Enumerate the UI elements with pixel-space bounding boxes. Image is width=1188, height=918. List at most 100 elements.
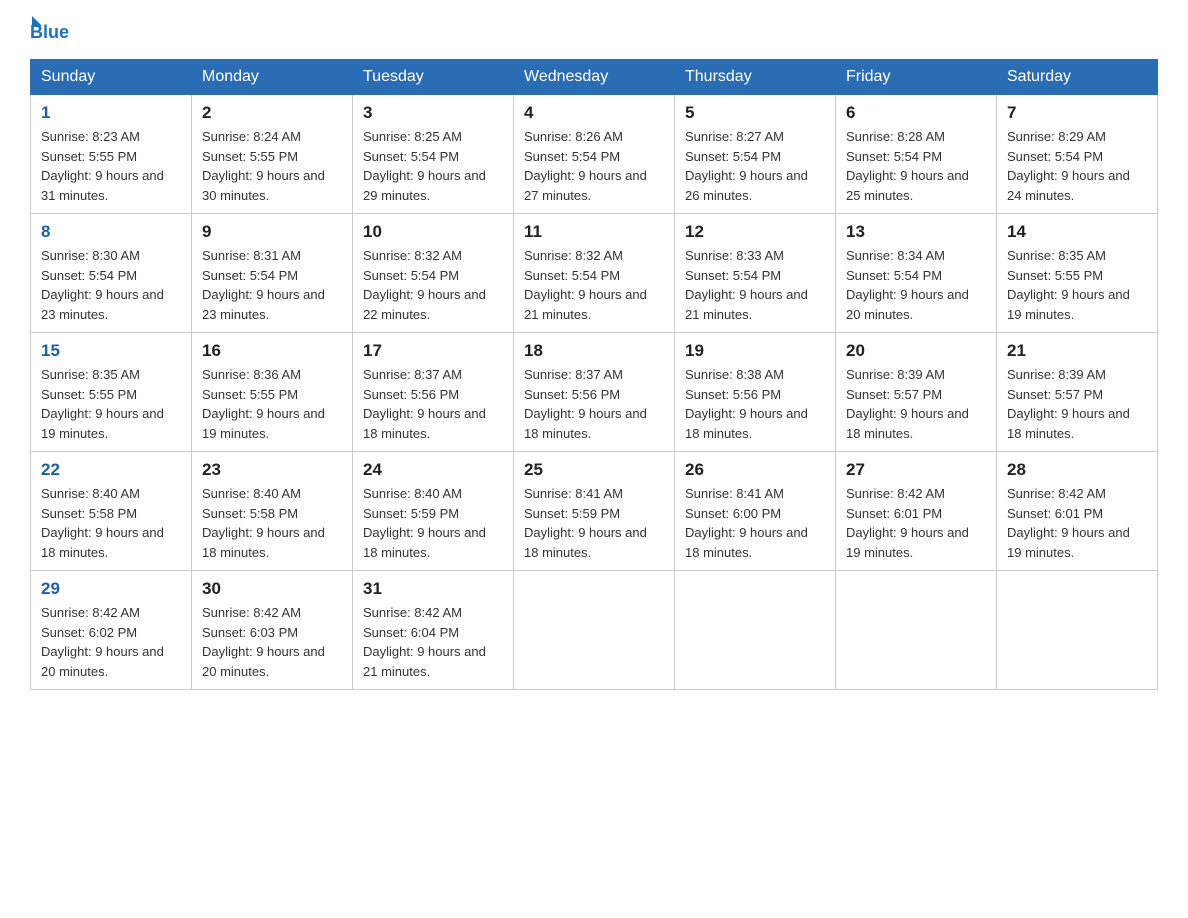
calendar-cell: 24 Sunrise: 8:40 AMSunset: 5:59 PMDaylig… <box>353 452 514 571</box>
weekday-header: Tuesday <box>353 60 514 95</box>
calendar-cell: 28 Sunrise: 8:42 AMSunset: 6:01 PMDaylig… <box>997 452 1158 571</box>
calendar-cell: 16 Sunrise: 8:36 AMSunset: 5:55 PMDaylig… <box>192 333 353 452</box>
calendar-cell: 8 Sunrise: 8:30 AMSunset: 5:54 PMDayligh… <box>31 214 192 333</box>
calendar-cell: 7 Sunrise: 8:29 AMSunset: 5:54 PMDayligh… <box>997 95 1158 214</box>
day-info: Sunrise: 8:32 AMSunset: 5:54 PMDaylight:… <box>524 248 647 322</box>
calendar-cell: 22 Sunrise: 8:40 AMSunset: 5:58 PMDaylig… <box>31 452 192 571</box>
day-info: Sunrise: 8:23 AMSunset: 5:55 PMDaylight:… <box>41 129 164 203</box>
day-info: Sunrise: 8:37 AMSunset: 5:56 PMDaylight:… <box>524 367 647 441</box>
day-number: 25 <box>524 460 664 480</box>
calendar-body: 1 Sunrise: 8:23 AMSunset: 5:55 PMDayligh… <box>31 95 1158 690</box>
day-number: 15 <box>41 341 181 361</box>
day-info: Sunrise: 8:29 AMSunset: 5:54 PMDaylight:… <box>1007 129 1130 203</box>
calendar-cell: 19 Sunrise: 8:38 AMSunset: 5:56 PMDaylig… <box>675 333 836 452</box>
calendar-cell: 12 Sunrise: 8:33 AMSunset: 5:54 PMDaylig… <box>675 214 836 333</box>
calendar-cell: 11 Sunrise: 8:32 AMSunset: 5:54 PMDaylig… <box>514 214 675 333</box>
calendar-week-row: 8 Sunrise: 8:30 AMSunset: 5:54 PMDayligh… <box>31 214 1158 333</box>
weekday-header: Wednesday <box>514 60 675 95</box>
day-number: 11 <box>524 222 664 242</box>
day-number: 2 <box>202 103 342 123</box>
calendar-cell <box>836 571 997 690</box>
day-info: Sunrise: 8:42 AMSunset: 6:02 PMDaylight:… <box>41 605 164 679</box>
day-number: 29 <box>41 579 181 599</box>
day-info: Sunrise: 8:40 AMSunset: 5:58 PMDaylight:… <box>202 486 325 560</box>
calendar-cell: 20 Sunrise: 8:39 AMSunset: 5:57 PMDaylig… <box>836 333 997 452</box>
day-number: 24 <box>363 460 503 480</box>
day-info: Sunrise: 8:34 AMSunset: 5:54 PMDaylight:… <box>846 248 969 322</box>
calendar-table: SundayMondayTuesdayWednesdayThursdayFrid… <box>30 59 1158 690</box>
day-number: 4 <box>524 103 664 123</box>
calendar-cell: 29 Sunrise: 8:42 AMSunset: 6:02 PMDaylig… <box>31 571 192 690</box>
logo: Blue <box>30 20 69 43</box>
calendar-cell: 14 Sunrise: 8:35 AMSunset: 5:55 PMDaylig… <box>997 214 1158 333</box>
calendar-cell: 6 Sunrise: 8:28 AMSunset: 5:54 PMDayligh… <box>836 95 997 214</box>
day-number: 8 <box>41 222 181 242</box>
day-info: Sunrise: 8:33 AMSunset: 5:54 PMDaylight:… <box>685 248 808 322</box>
day-info: Sunrise: 8:41 AMSunset: 6:00 PMDaylight:… <box>685 486 808 560</box>
weekday-row: SundayMondayTuesdayWednesdayThursdayFrid… <box>31 60 1158 95</box>
calendar-cell: 17 Sunrise: 8:37 AMSunset: 5:56 PMDaylig… <box>353 333 514 452</box>
day-number: 12 <box>685 222 825 242</box>
day-info: Sunrise: 8:42 AMSunset: 6:04 PMDaylight:… <box>363 605 486 679</box>
day-number: 30 <box>202 579 342 599</box>
calendar-week-row: 1 Sunrise: 8:23 AMSunset: 5:55 PMDayligh… <box>31 95 1158 214</box>
day-info: Sunrise: 8:40 AMSunset: 5:59 PMDaylight:… <box>363 486 486 560</box>
calendar-cell <box>675 571 836 690</box>
day-info: Sunrise: 8:28 AMSunset: 5:54 PMDaylight:… <box>846 129 969 203</box>
calendar-cell: 21 Sunrise: 8:39 AMSunset: 5:57 PMDaylig… <box>997 333 1158 452</box>
day-info: Sunrise: 8:35 AMSunset: 5:55 PMDaylight:… <box>1007 248 1130 322</box>
calendar-cell: 26 Sunrise: 8:41 AMSunset: 6:00 PMDaylig… <box>675 452 836 571</box>
calendar-cell: 18 Sunrise: 8:37 AMSunset: 5:56 PMDaylig… <box>514 333 675 452</box>
day-info: Sunrise: 8:31 AMSunset: 5:54 PMDaylight:… <box>202 248 325 322</box>
day-number: 3 <box>363 103 503 123</box>
day-number: 19 <box>685 341 825 361</box>
day-number: 16 <box>202 341 342 361</box>
calendar-cell: 31 Sunrise: 8:42 AMSunset: 6:04 PMDaylig… <box>353 571 514 690</box>
day-number: 5 <box>685 103 825 123</box>
day-number: 13 <box>846 222 986 242</box>
day-info: Sunrise: 8:40 AMSunset: 5:58 PMDaylight:… <box>41 486 164 560</box>
calendar-cell: 2 Sunrise: 8:24 AMSunset: 5:55 PMDayligh… <box>192 95 353 214</box>
day-number: 22 <box>41 460 181 480</box>
calendar-cell: 25 Sunrise: 8:41 AMSunset: 5:59 PMDaylig… <box>514 452 675 571</box>
day-number: 17 <box>363 341 503 361</box>
calendar-cell: 23 Sunrise: 8:40 AMSunset: 5:58 PMDaylig… <box>192 452 353 571</box>
day-number: 6 <box>846 103 986 123</box>
day-info: Sunrise: 8:35 AMSunset: 5:55 PMDaylight:… <box>41 367 164 441</box>
calendar-cell: 10 Sunrise: 8:32 AMSunset: 5:54 PMDaylig… <box>353 214 514 333</box>
day-info: Sunrise: 8:41 AMSunset: 5:59 PMDaylight:… <box>524 486 647 560</box>
day-number: 7 <box>1007 103 1147 123</box>
day-info: Sunrise: 8:37 AMSunset: 5:56 PMDaylight:… <box>363 367 486 441</box>
day-info: Sunrise: 8:26 AMSunset: 5:54 PMDaylight:… <box>524 129 647 203</box>
day-info: Sunrise: 8:42 AMSunset: 6:01 PMDaylight:… <box>846 486 969 560</box>
day-number: 23 <box>202 460 342 480</box>
day-number: 21 <box>1007 341 1147 361</box>
calendar-cell: 3 Sunrise: 8:25 AMSunset: 5:54 PMDayligh… <box>353 95 514 214</box>
calendar-cell: 4 Sunrise: 8:26 AMSunset: 5:54 PMDayligh… <box>514 95 675 214</box>
day-number: 26 <box>685 460 825 480</box>
calendar-cell <box>997 571 1158 690</box>
logo-tagline: Blue <box>30 22 69 43</box>
day-number: 20 <box>846 341 986 361</box>
calendar-cell: 27 Sunrise: 8:42 AMSunset: 6:01 PMDaylig… <box>836 452 997 571</box>
day-number: 9 <box>202 222 342 242</box>
calendar-cell: 5 Sunrise: 8:27 AMSunset: 5:54 PMDayligh… <box>675 95 836 214</box>
day-number: 28 <box>1007 460 1147 480</box>
calendar-week-row: 22 Sunrise: 8:40 AMSunset: 5:58 PMDaylig… <box>31 452 1158 571</box>
day-number: 10 <box>363 222 503 242</box>
day-number: 1 <box>41 103 181 123</box>
calendar-week-row: 15 Sunrise: 8:35 AMSunset: 5:55 PMDaylig… <box>31 333 1158 452</box>
day-info: Sunrise: 8:32 AMSunset: 5:54 PMDaylight:… <box>363 248 486 322</box>
calendar-header: SundayMondayTuesdayWednesdayThursdayFrid… <box>31 60 1158 95</box>
weekday-header: Saturday <box>997 60 1158 95</box>
day-info: Sunrise: 8:24 AMSunset: 5:55 PMDaylight:… <box>202 129 325 203</box>
calendar-week-row: 29 Sunrise: 8:42 AMSunset: 6:02 PMDaylig… <box>31 571 1158 690</box>
day-number: 31 <box>363 579 503 599</box>
day-info: Sunrise: 8:38 AMSunset: 5:56 PMDaylight:… <box>685 367 808 441</box>
day-info: Sunrise: 8:42 AMSunset: 6:01 PMDaylight:… <box>1007 486 1130 560</box>
calendar-cell: 9 Sunrise: 8:31 AMSunset: 5:54 PMDayligh… <box>192 214 353 333</box>
weekday-header: Sunday <box>31 60 192 95</box>
day-info: Sunrise: 8:25 AMSunset: 5:54 PMDaylight:… <box>363 129 486 203</box>
day-info: Sunrise: 8:30 AMSunset: 5:54 PMDaylight:… <box>41 248 164 322</box>
page-header: Blue <box>30 20 1158 43</box>
